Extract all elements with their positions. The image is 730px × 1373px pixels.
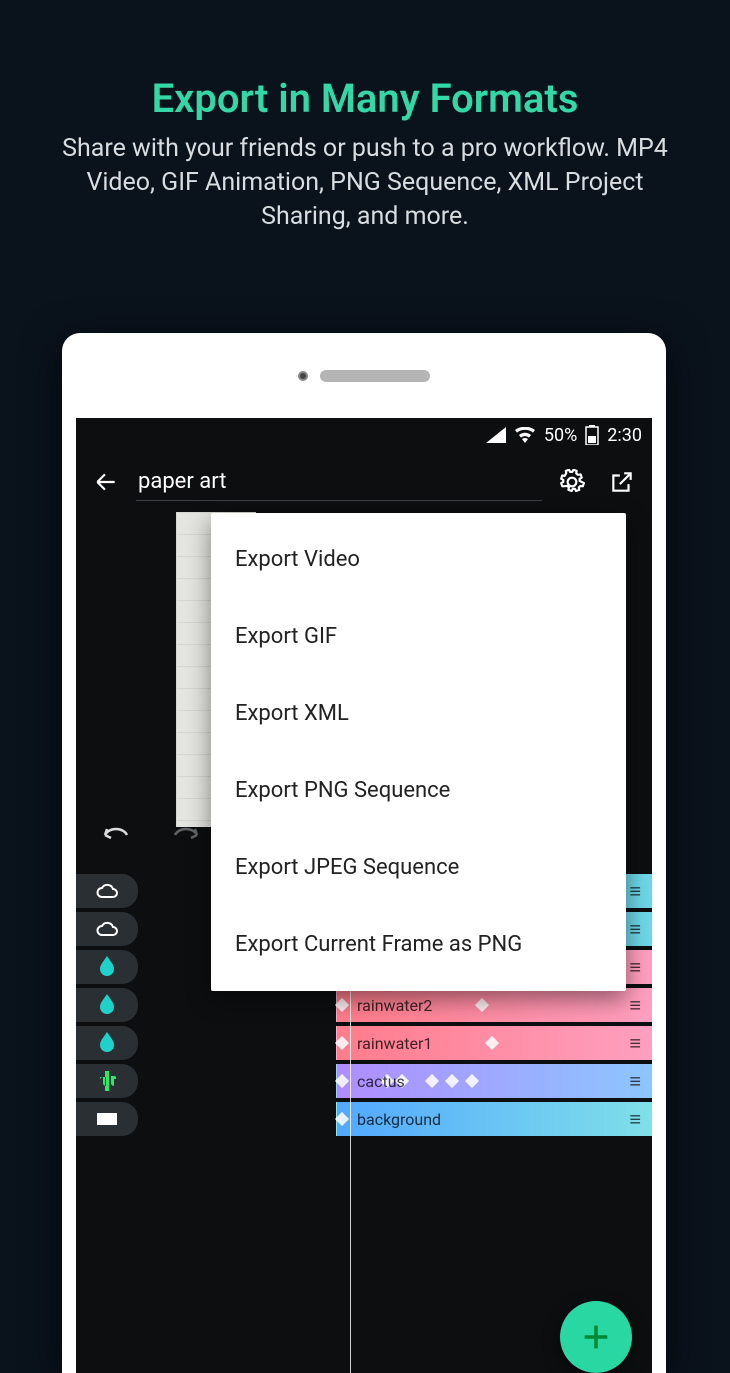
share-button[interactable] [602, 462, 642, 502]
device-bezel [62, 333, 666, 418]
drag-handle-icon[interactable]: ≡ [629, 1107, 642, 1132]
back-button[interactable] [86, 462, 126, 502]
project-title-input[interactable]: paper art [136, 463, 542, 501]
gear-icon [559, 469, 585, 495]
signal-icon [486, 427, 506, 443]
wifi-icon [514, 427, 536, 443]
app-bar: paper art [76, 452, 652, 512]
layer-icon-background[interactable] [76, 1102, 138, 1136]
redo-icon [171, 821, 201, 843]
track-rainwater2[interactable]: rainwater2 ≡ [336, 988, 652, 1022]
track-label: rainwater2 [357, 996, 432, 1015]
promo-subtitle: Share with your friends or push to a pro… [40, 132, 690, 233]
device-frame: 50% 2:30 paper art [62, 333, 666, 1373]
export-menu: Export Video Export GIF Export XML Expor… [211, 513, 626, 991]
redo-button[interactable] [166, 812, 206, 852]
export-png-sequence[interactable]: Export PNG Sequence [211, 752, 626, 829]
layer-icon-rainwater2[interactable] [76, 988, 138, 1022]
arrow-left-icon [93, 469, 119, 495]
undo-button[interactable] [96, 812, 136, 852]
external-link-icon [609, 469, 635, 495]
track-rainwater1[interactable]: rainwater1 ≡ [336, 1026, 652, 1060]
camera-dot [298, 371, 308, 381]
track-cactus[interactable]: cactus ≡ [336, 1064, 652, 1098]
settings-button[interactable] [552, 462, 592, 502]
add-layer-fab[interactable] [560, 1301, 632, 1373]
layer-icon-cactus[interactable] [76, 1064, 138, 1098]
track-background[interactable]: background ≡ [336, 1102, 652, 1136]
drag-handle-icon[interactable]: ≡ [629, 1031, 642, 1056]
drag-handle-icon[interactable]: ≡ [629, 955, 642, 980]
promo-title: Export in Many Formats [0, 75, 730, 122]
drag-handle-icon[interactable]: ≡ [629, 1069, 642, 1094]
clock: 2:30 [607, 425, 642, 446]
layer-icon-rainwater3[interactable] [76, 950, 138, 984]
track-label: rainwater1 [357, 1034, 432, 1053]
battery-percent: 50% [544, 425, 577, 446]
track-label: cactus [357, 1072, 405, 1091]
status-bar: 50% 2:30 [76, 418, 652, 452]
track-label: background [357, 1110, 441, 1129]
export-gif[interactable]: Export GIF [211, 598, 626, 675]
plus-icon [579, 1320, 613, 1354]
layer-icon-rainwater1[interactable] [76, 1026, 138, 1060]
layer-icon-cloud2[interactable] [76, 874, 138, 908]
layer-icon-column [76, 874, 138, 1136]
drag-handle-icon[interactable]: ≡ [629, 993, 642, 1018]
undo-icon [101, 821, 131, 843]
export-current-frame[interactable]: Export Current Frame as PNG [211, 906, 626, 983]
export-jpeg-sequence[interactable]: Export JPEG Sequence [211, 829, 626, 906]
speaker-grille [320, 370, 430, 382]
layer-icon-cloud1[interactable] [76, 912, 138, 946]
export-xml[interactable]: Export XML [211, 675, 626, 752]
export-video[interactable]: Export Video [211, 521, 626, 598]
drag-handle-icon[interactable]: ≡ [629, 879, 642, 904]
drag-handle-icon[interactable]: ≡ [629, 917, 642, 942]
screen: 50% 2:30 paper art [76, 418, 652, 1373]
battery-icon [585, 425, 599, 445]
